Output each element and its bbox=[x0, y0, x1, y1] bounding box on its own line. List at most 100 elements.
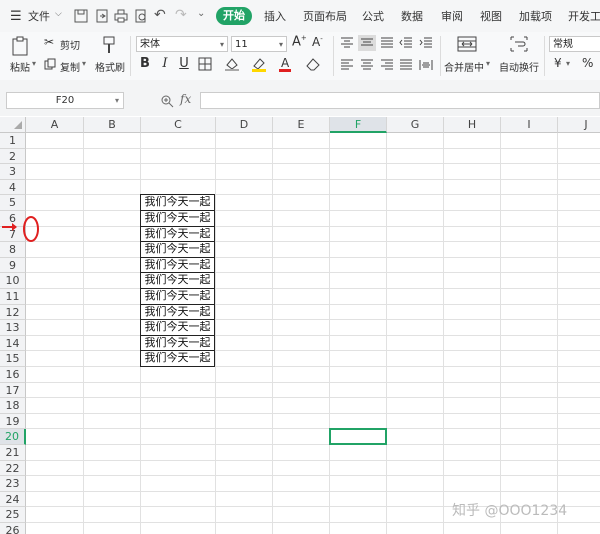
column-header-h[interactable]: H bbox=[444, 117, 501, 133]
paste-button[interactable]: 粘贴 bbox=[10, 59, 30, 74]
align-center-icon[interactable] bbox=[360, 59, 374, 71]
column-header-c[interactable]: C bbox=[141, 117, 216, 133]
file-menu[interactable]: 文件 bbox=[28, 8, 50, 24]
row-header-20[interactable]: 20 bbox=[0, 429, 26, 445]
hamburger-icon[interactable]: ☰ bbox=[10, 9, 22, 24]
distribute-icon[interactable] bbox=[419, 59, 433, 71]
percent-icon[interactable]: % bbox=[582, 56, 593, 70]
border-icon[interactable] bbox=[198, 57, 212, 71]
cell-c13[interactable]: 我们今天一起 bbox=[140, 319, 215, 336]
name-box[interactable]: F20 ▾ bbox=[6, 92, 124, 109]
spreadsheet-grid[interactable]: ABCDEFGHIJ 1 2 3 4 5 6 7 8 9 10 11 12 13 14 15 16 17 18 19… bbox=[0, 117, 600, 534]
row-header-25[interactable]: 25 bbox=[0, 507, 26, 523]
copy-dropdown-icon[interactable]: ▾ bbox=[82, 59, 86, 68]
cell-c6[interactable]: 我们今天一起 bbox=[140, 210, 215, 227]
bold-button[interactable]: B bbox=[138, 56, 152, 71]
paste-dropdown-icon[interactable]: ▾ bbox=[32, 59, 36, 68]
zoom-icon[interactable] bbox=[160, 94, 174, 108]
tab-view[interactable]: 视图 bbox=[480, 8, 502, 24]
tab-addins[interactable]: 加载项 bbox=[519, 8, 552, 24]
tab-insert[interactable]: 插入 bbox=[264, 8, 286, 24]
cell-c7[interactable]: 我们今天一起 bbox=[140, 225, 215, 243]
row-header-14[interactable]: 14 bbox=[0, 335, 26, 352]
row-header-5[interactable]: 5 bbox=[0, 195, 26, 211]
save-icon[interactable] bbox=[74, 9, 88, 23]
column-header-d[interactable]: D bbox=[216, 117, 273, 133]
row-header-16[interactable]: 16 bbox=[0, 367, 26, 383]
row-header-11[interactable]: 11 bbox=[0, 289, 26, 305]
eraser-icon[interactable] bbox=[305, 57, 321, 71]
tab-review[interactable]: 审阅 bbox=[441, 8, 463, 24]
column-header-g[interactable]: G bbox=[387, 117, 444, 133]
cell-c14[interactable]: 我们今天一起 bbox=[140, 334, 215, 352]
font-color-icon[interactable]: A bbox=[278, 56, 292, 72]
function-icon[interactable]: fx bbox=[180, 92, 191, 106]
align-right-icon[interactable] bbox=[380, 59, 394, 71]
currency-button[interactable]: ¥ bbox=[554, 56, 562, 70]
row-header-26[interactable]: 26 bbox=[0, 523, 26, 534]
row-header-18[interactable]: 18 bbox=[0, 398, 26, 414]
align-bottom-icon[interactable] bbox=[380, 37, 394, 49]
merge-center-button[interactable]: 合并居中 bbox=[444, 59, 484, 74]
row-header-2[interactable]: 2 bbox=[0, 148, 26, 165]
justify-icon[interactable] bbox=[399, 59, 413, 71]
column-header-f[interactable]: F bbox=[330, 117, 387, 133]
tab-home[interactable]: 开始 bbox=[216, 7, 252, 25]
export-icon[interactable] bbox=[95, 9, 109, 23]
undo-icon[interactable]: ↶ bbox=[154, 7, 166, 23]
chevron-down-icon[interactable]: ⌵ bbox=[55, 9, 62, 19]
tab-data[interactable]: 数据 bbox=[401, 8, 423, 24]
row-header-24[interactable]: 24 bbox=[0, 491, 26, 508]
format-painter-button[interactable]: 格式刷 bbox=[95, 59, 125, 74]
column-header-i[interactable]: I bbox=[501, 117, 558, 133]
align-middle-icon[interactable] bbox=[358, 35, 376, 51]
cell-c11[interactable]: 我们今天一起 bbox=[140, 288, 215, 305]
row-header-15[interactable]: 15 bbox=[0, 351, 26, 367]
paste-icon[interactable] bbox=[10, 36, 30, 56]
align-top-icon[interactable] bbox=[340, 37, 354, 49]
redo-icon[interactable]: ↷ bbox=[175, 7, 187, 23]
wrap-text-icon[interactable] bbox=[510, 36, 528, 52]
tab-developer[interactable]: 开发工具 bbox=[568, 8, 600, 24]
row-header-19[interactable]: 19 bbox=[0, 413, 26, 430]
underline-button[interactable]: U bbox=[177, 56, 191, 71]
cell-c5[interactable]: 我们今天一起 bbox=[140, 194, 215, 211]
tab-page-layout[interactable]: 页面布局 bbox=[303, 8, 347, 24]
column-header-e[interactable]: E bbox=[273, 117, 330, 133]
highlight-icon[interactable] bbox=[251, 57, 267, 72]
increase-font-icon[interactable]: A+ bbox=[292, 34, 307, 49]
row-header-4[interactable]: 4 bbox=[0, 179, 26, 196]
cell-c12[interactable]: 我们今天一起 bbox=[140, 303, 215, 321]
more-icon[interactable]: ⌄ bbox=[197, 8, 205, 19]
fill-color-icon[interactable] bbox=[224, 57, 240, 71]
row-header-1[interactable]: 1 bbox=[0, 133, 26, 149]
indent-decrease-icon[interactable] bbox=[399, 37, 413, 49]
copy-button[interactable]: 复制 bbox=[60, 59, 80, 74]
row-header-9[interactable]: 9 bbox=[0, 257, 26, 274]
column-header-j[interactable]: J bbox=[558, 117, 600, 133]
selected-cell[interactable] bbox=[329, 428, 387, 445]
row-header-22[interactable]: 22 bbox=[0, 460, 26, 477]
align-left-icon[interactable] bbox=[340, 59, 354, 71]
row-header-13[interactable]: 13 bbox=[0, 320, 26, 336]
row-header-17[interactable]: 17 bbox=[0, 382, 26, 399]
font-size-select[interactable]: 11 ▾ bbox=[231, 36, 287, 52]
row-header-21[interactable]: 21 bbox=[0, 445, 26, 461]
cell-c10[interactable]: 我们今天一起 bbox=[140, 272, 215, 289]
wrap-text-button[interactable]: 自动换行 bbox=[499, 59, 539, 74]
merge-center-icon[interactable] bbox=[457, 36, 477, 52]
column-header-b[interactable]: B bbox=[84, 117, 141, 133]
number-format-select[interactable]: 常规 bbox=[549, 36, 600, 52]
row-header-10[interactable]: 10 bbox=[0, 273, 26, 289]
merge-dropdown-icon[interactable]: ▾ bbox=[486, 59, 490, 68]
print-icon[interactable] bbox=[114, 9, 128, 23]
tab-formulas[interactable]: 公式 bbox=[362, 8, 384, 24]
cell-c8[interactable]: 我们今天一起 bbox=[140, 241, 215, 258]
cut-button[interactable]: 剪切 bbox=[60, 37, 80, 52]
decrease-font-icon[interactable]: A- bbox=[312, 35, 323, 49]
formula-input[interactable] bbox=[200, 92, 600, 109]
row-header-3[interactable]: 3 bbox=[0, 164, 26, 180]
font-name-select[interactable]: 宋体 ▾ bbox=[136, 36, 228, 52]
cell-c15[interactable]: 我们今天一起 bbox=[140, 350, 215, 367]
row-header-12[interactable]: 12 bbox=[0, 304, 26, 321]
